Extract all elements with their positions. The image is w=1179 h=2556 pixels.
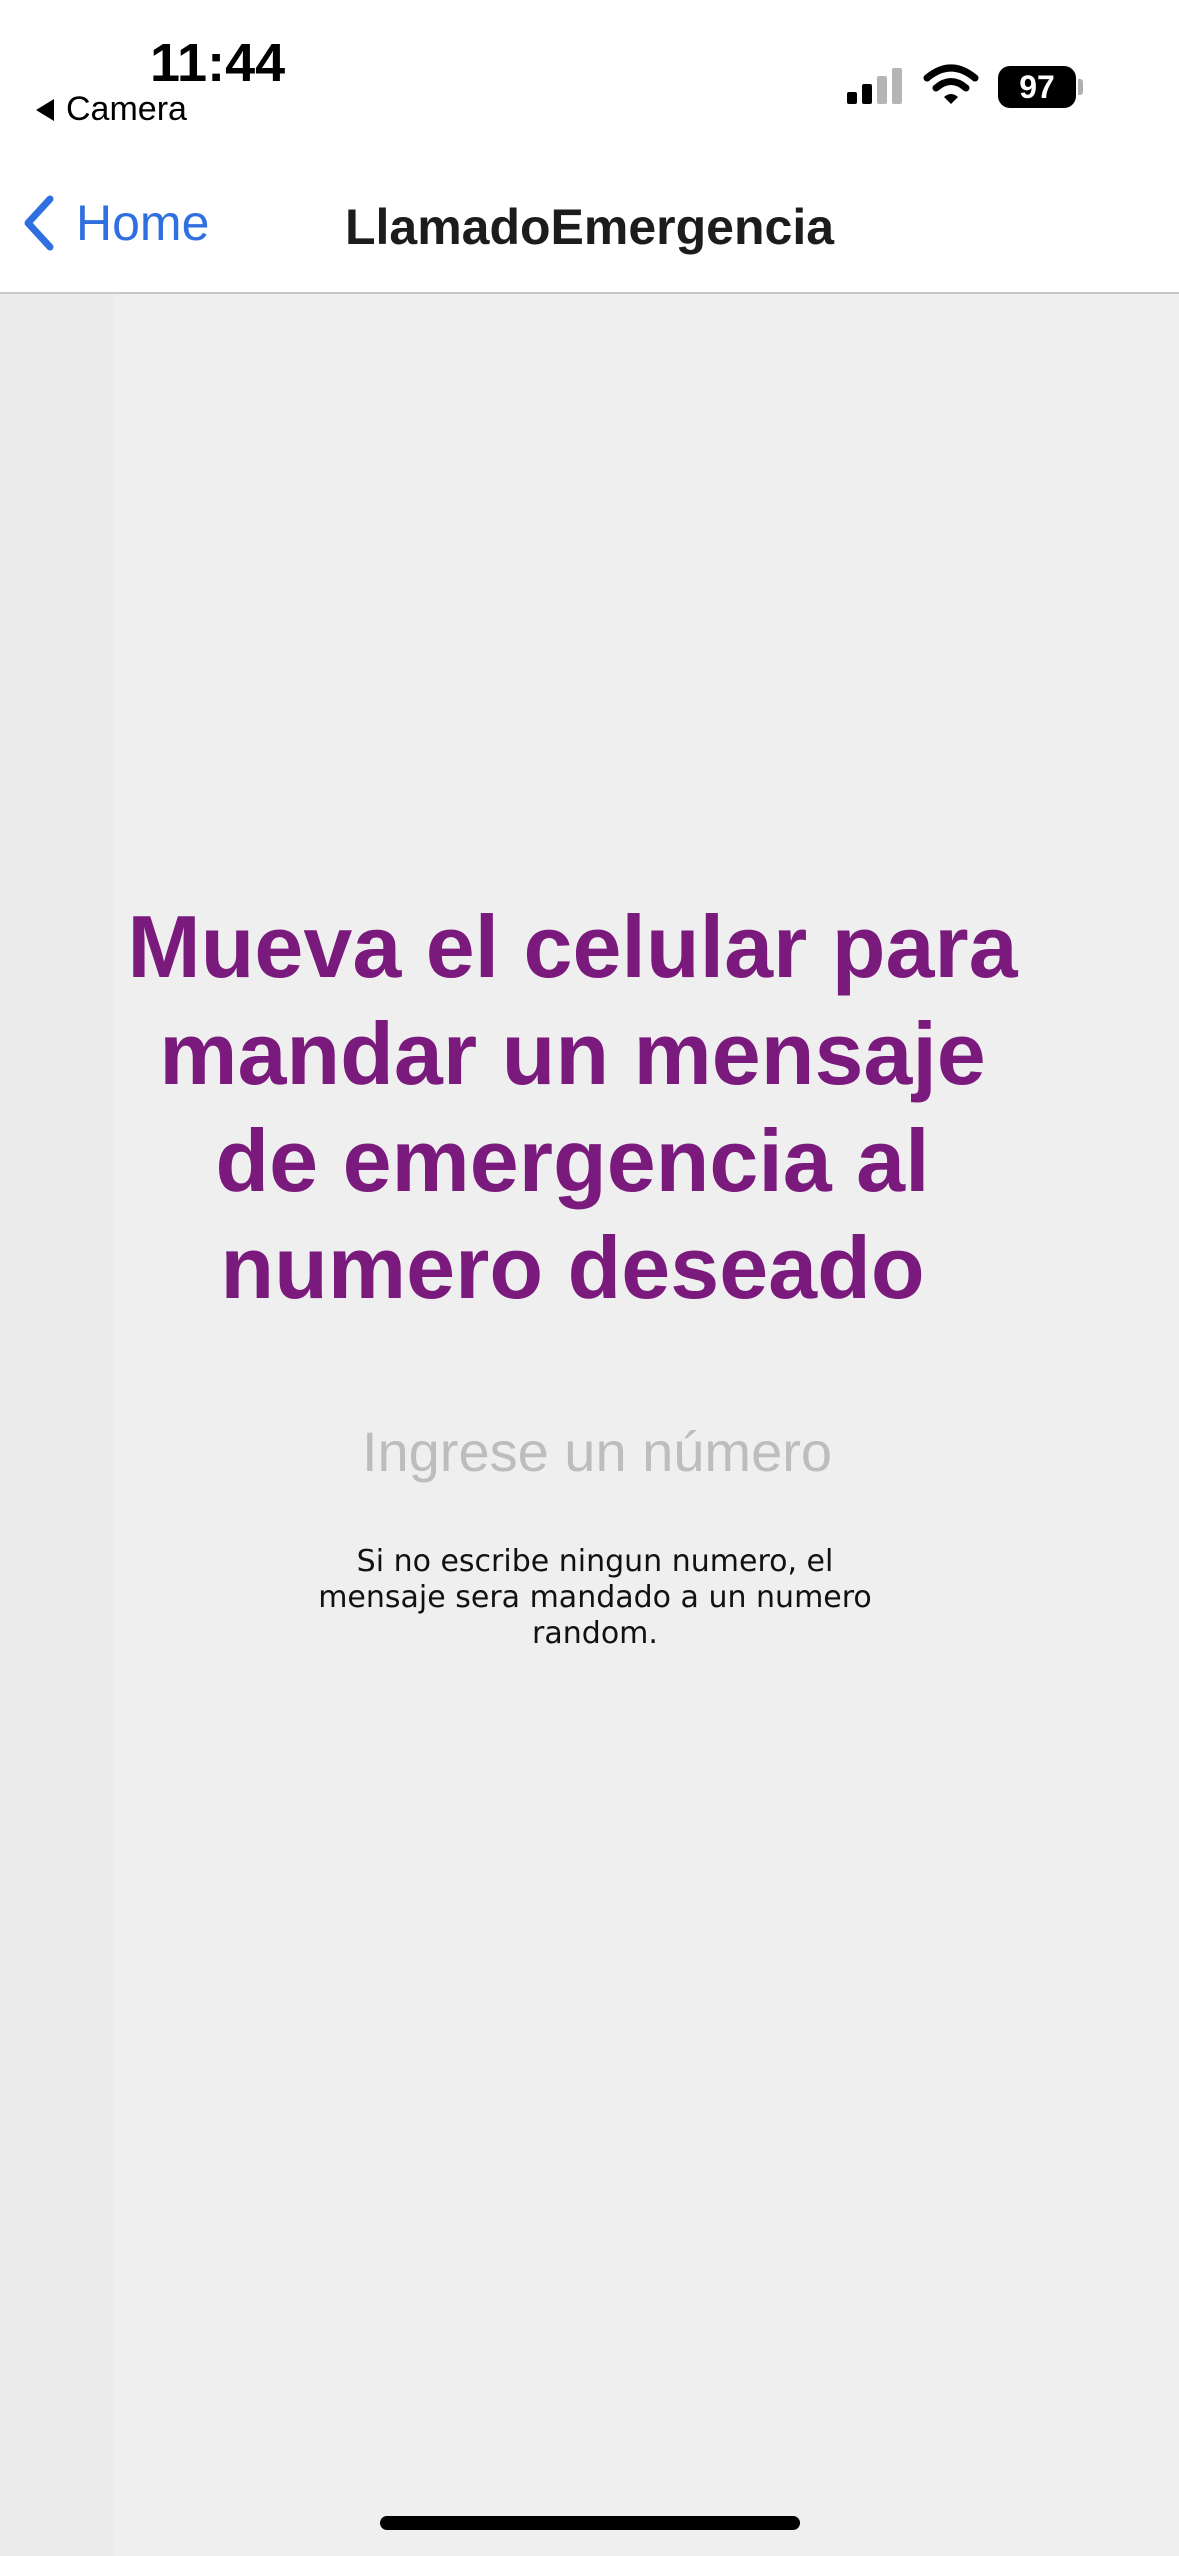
back-triangle-icon (36, 98, 54, 121)
battery-icon: 97 (998, 66, 1076, 108)
page-title: LlamadoEmergencia (344, 199, 835, 255)
phone-number-input[interactable] (250, 1410, 944, 1492)
helper-text: Si no escribe ningun numero, el mensaje … (318, 1544, 872, 1651)
status-bar: 11:44 Camera 97 (0, 0, 1179, 150)
battery-nub (1078, 79, 1083, 95)
home-indicator[interactable] (380, 2516, 800, 2530)
back-to-app-link[interactable]: Camera (36, 90, 187, 129)
instruction-headline: Mueva el celular para mandar un mensaje … (127, 897, 1018, 1317)
navigation-bar: Home LlamadoEmergencia (0, 150, 1179, 294)
wifi-icon (923, 64, 979, 104)
cellular-signal-icon (847, 68, 902, 104)
status-time: 11:44 (150, 33, 286, 93)
back-app-label: Camera (66, 90, 187, 128)
content-left-strip (0, 294, 115, 2556)
